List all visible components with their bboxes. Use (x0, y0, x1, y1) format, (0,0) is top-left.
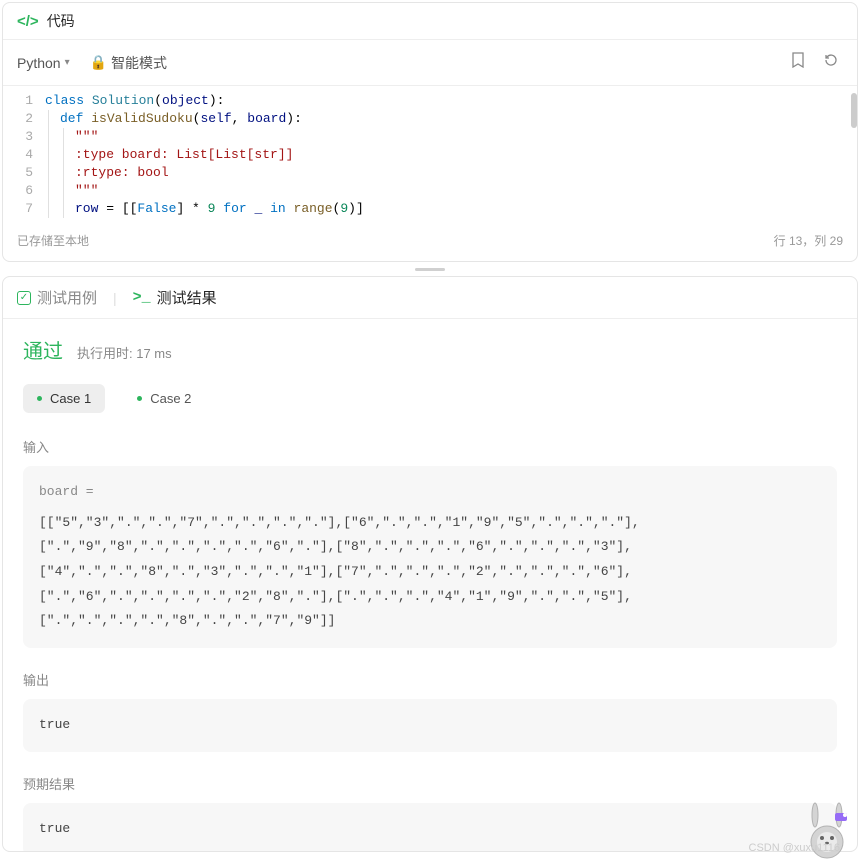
case-label: Case 2 (150, 391, 191, 406)
line-gutter: 1234567 (3, 92, 45, 218)
status-dot-icon (137, 396, 142, 401)
case-label: Case 1 (50, 391, 91, 406)
code-panel: </> 代码 Python ▾ 🔒 智能模式 1234567 class Sol… (2, 2, 858, 262)
cursor-position: 行 13，列 29 (774, 232, 843, 249)
code-panel-title: 代码 (47, 11, 75, 31)
case-tab[interactable]: Case 2 (123, 384, 205, 413)
code-statusbar: 已存储至本地 行 13，列 29 (3, 224, 857, 257)
tab-testresult[interactable]: >_ 测试结果 (133, 287, 217, 308)
language-label: Python (17, 55, 61, 71)
input-value: [["5","3",".",".","7",".",".",".","."],[… (39, 515, 640, 629)
code-panel-header: </> 代码 (3, 3, 857, 40)
output-value: true (39, 717, 70, 732)
tab-testcase-label: 测试用例 (37, 287, 97, 308)
expected-section-label: 预期结果 (23, 774, 837, 793)
save-status: 已存储至本地 (17, 232, 89, 249)
input-section-label: 输入 (23, 437, 837, 456)
code-editor[interactable]: 1234567 class Solution(object):def isVal… (3, 86, 857, 224)
verdict-row: 通过 执行用时: 17 ms (23, 335, 837, 364)
mode-indicator[interactable]: 🔒 智能模式 (90, 53, 167, 73)
language-selector[interactable]: Python ▾ (17, 55, 70, 71)
expected-block[interactable]: true (23, 803, 837, 851)
input-varname: board = (39, 480, 821, 505)
input-block[interactable]: board = [["5","3",".",".","7",".",".",".… (23, 466, 837, 648)
editor-scrollbar-thumb[interactable] (851, 93, 857, 128)
runtime-label: 执行用时: 17 ms (77, 343, 172, 362)
code-toolbar: Python ▾ 🔒 智能模式 (3, 40, 857, 86)
code-content[interactable]: class Solution(object):def isValidSudoku… (45, 92, 857, 218)
vertical-split-handle[interactable] (0, 264, 860, 274)
chevron-down-icon: ▾ (65, 57, 70, 68)
case-tab[interactable]: Case 1 (23, 384, 105, 413)
terminal-icon: >_ (133, 289, 151, 306)
mode-label: 智能模式 (111, 53, 167, 73)
output-section-label: 输出 (23, 670, 837, 689)
verdict-label: 通过 (23, 335, 63, 364)
lock-icon: 🔒 (90, 54, 107, 71)
bookmark-icon[interactable] (787, 48, 809, 77)
results-panel: ✓ 测试用例 | >_ 测试结果 通过 执行用时: 17 ms Case 1Ca… (2, 276, 858, 852)
tab-testcase[interactable]: ✓ 测试用例 (17, 287, 97, 308)
result-body: 通过 执行用时: 17 ms Case 1 Case 2 输入 board = [… (3, 319, 857, 851)
reset-icon[interactable] (819, 48, 843, 77)
case-tabs: Case 1 Case 2 (23, 384, 837, 413)
output-block[interactable]: true (23, 699, 837, 752)
expected-value: true (39, 821, 70, 836)
tab-separator: | (113, 290, 117, 306)
check-icon: ✓ (17, 291, 31, 305)
result-tabs: ✓ 测试用例 | >_ 测试结果 (3, 277, 857, 319)
tab-testresult-label: 测试结果 (157, 287, 217, 308)
status-dot-icon (37, 396, 42, 401)
code-icon: </> (17, 13, 39, 30)
